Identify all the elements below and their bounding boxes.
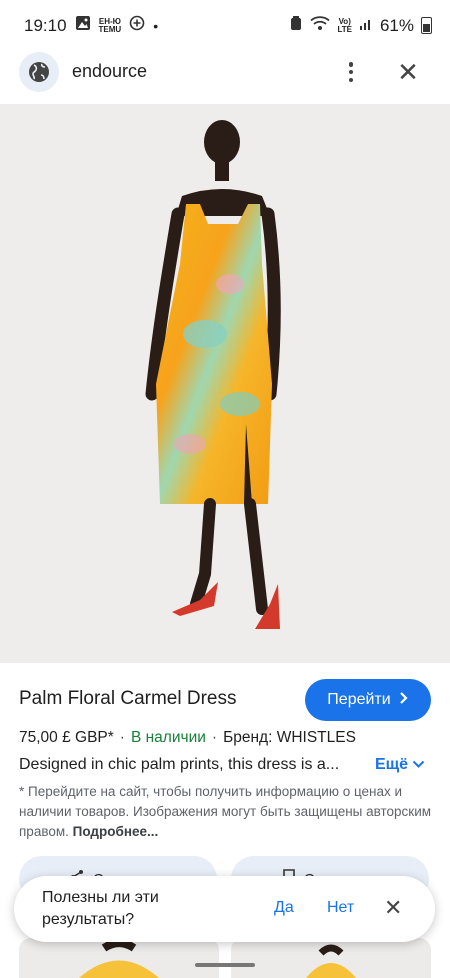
signal-icon: [359, 16, 373, 36]
learn-more-link[interactable]: Подробнее...: [73, 824, 159, 839]
more-link[interactable]: Ещё: [375, 756, 425, 774]
status-bar: 19:10 ЕН-Ю TEMU • Vo) LTE 61%: [0, 0, 450, 50]
product-meta: 75,00 £ GBP* · В наличии · Бренд: WHISTL…: [19, 729, 356, 747]
disclaimer: * Перейдите на сайт, чтобы получить инфо…: [19, 782, 434, 842]
chevron-right-icon: [399, 691, 409, 710]
chevron-down-icon: [412, 756, 425, 774]
product-image[interactable]: [0, 104, 450, 663]
gesture-nav-bar[interactable]: [195, 963, 255, 967]
close-icon[interactable]: ✕: [396, 59, 420, 85]
add-circle-icon: [129, 15, 145, 36]
battery-level: 61%: [379, 15, 414, 35]
volte-icon: Vo) LTE: [337, 16, 352, 34]
product-description: Designed in chic palm prints, this dress…: [19, 756, 340, 773]
more-link-label: Ещё: [375, 756, 409, 773]
product-title: Palm Floral Carmel Dress: [19, 688, 237, 709]
header: endource ✕: [0, 50, 450, 104]
go-button[interactable]: Перейти: [305, 679, 431, 721]
temu-notification-icon: ЕН-Ю TEMU: [98, 16, 122, 34]
globe-icon: [19, 52, 59, 92]
feedback-toast: Полезны ли эти результаты? Да Нет ✕: [14, 876, 435, 942]
feedback-question: Полезны ли эти результаты?: [42, 889, 159, 928]
brand: Бренд: WHISTLES: [223, 729, 356, 746]
related-image-thumbnail[interactable]: [231, 938, 431, 978]
battery-icon: [421, 17, 432, 34]
feedback-yes-button[interactable]: Да: [274, 899, 294, 917]
wifi-icon: [310, 15, 331, 36]
separator-dot: ·: [211, 729, 218, 746]
more-vert-icon[interactable]: [340, 60, 362, 84]
dot-icon: •: [153, 17, 159, 34]
go-button-label: Перейти: [327, 691, 391, 708]
separator-dot: ·: [119, 729, 125, 746]
image-notification-icon: [75, 15, 91, 36]
price: 75,00 £ GBP*: [19, 729, 114, 746]
stock-status: В наличии: [130, 729, 206, 746]
close-icon[interactable]: ✕: [384, 895, 402, 921]
clock: 19:10: [24, 15, 67, 35]
alarm-icon: [289, 15, 303, 36]
site-name[interactable]: endource: [72, 61, 147, 82]
feedback-no-button[interactable]: Нет: [327, 899, 354, 917]
related-image-thumbnail[interactable]: [19, 938, 219, 978]
